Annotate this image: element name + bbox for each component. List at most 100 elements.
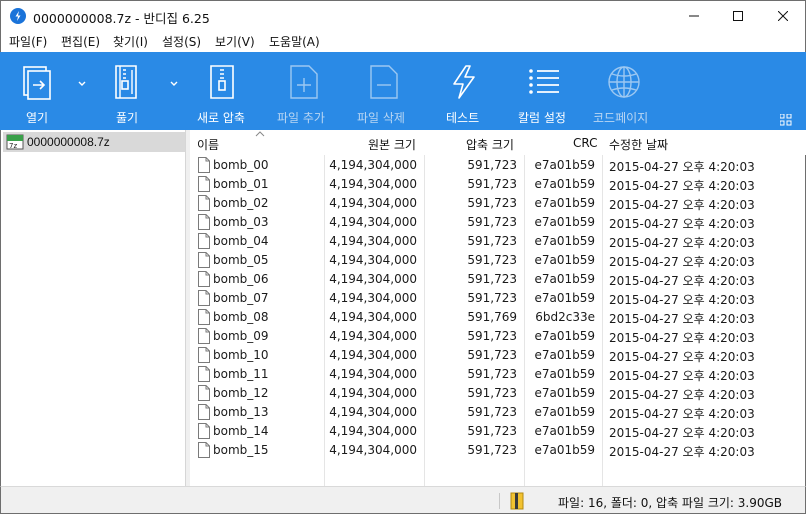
file-icon — [198, 385, 210, 401]
column-header-original-size[interactable]: 원본 크기 — [368, 136, 416, 153]
delete-file-icon — [370, 65, 398, 99]
file-icon — [198, 233, 210, 249]
codepage-button[interactable]: 코드페이지 — [588, 52, 660, 130]
menu-settings[interactable]: 설정(S) — [162, 33, 201, 50]
codepage-label: 코드페이지 — [593, 111, 649, 125]
new-archive-button[interactable]: 새로 압축 — [190, 52, 258, 130]
open-button[interactable]: 열기 — [0, 52, 68, 130]
lightning-test-icon — [453, 65, 475, 99]
table-row[interactable]: bomb_11 4,194,304,000 591,723 e7a01b59 2015-… — [190, 365, 806, 384]
cell-original-size: 4,194,304,000 — [329, 329, 417, 343]
menu-find[interactable]: 찾기(I) — [113, 33, 148, 50]
cell-original-size: 4,194,304,000 — [329, 310, 417, 324]
table-row[interactable]: bomb_14 4,194,304,000 591,723 e7a01b59 2015-… — [190, 422, 806, 441]
maximize-button[interactable] — [715, 1, 760, 31]
cell-modified: 2015-04-27 오후 4:20:03 — [609, 350, 755, 364]
extract-dropdown[interactable] — [168, 78, 180, 88]
cell-compressed-size: 591,723 — [467, 348, 517, 362]
layout-grid-icon[interactable] — [780, 114, 792, 126]
add-files-label: 파일 추가 — [277, 111, 325, 125]
chevron-down-icon — [78, 81, 86, 86]
table-row[interactable]: bomb_15 4,194,304,000 591,723 e7a01b59 2015-… — [190, 441, 806, 460]
toolbar: 열기 풀기 새로 압축 파일 추가 파일 삭제 테스트 칼럼 설정 코드페이지 — [0, 52, 806, 130]
tree-item-archive-root[interactable]: 7z 0000000008.7z — [3, 132, 185, 152]
table-row[interactable]: bomb_13 4,194,304,000 591,723 e7a01b59 2015-… — [190, 403, 806, 422]
file-icon — [198, 214, 210, 230]
cell-original-size: 4,194,304,000 — [329, 386, 417, 400]
cell-name: bomb_06 — [213, 272, 269, 286]
file-icon — [198, 252, 210, 268]
file-icon — [198, 309, 210, 325]
minimize-button[interactable] — [671, 1, 716, 31]
cell-crc: e7a01b59 — [534, 234, 595, 248]
folder-tree-panel: 7z 0000000008.7z — [0, 130, 186, 486]
delete-files-label: 파일 삭제 — [357, 111, 405, 125]
cell-original-size: 4,194,304,000 — [329, 196, 417, 210]
table-row[interactable]: bomb_07 4,194,304,000 591,723 e7a01b59 2015-… — [190, 289, 806, 308]
menu-file[interactable]: 파일(F) — [9, 33, 47, 50]
test-button[interactable]: 테스트 — [432, 52, 494, 130]
table-row[interactable]: bomb_05 4,194,304,000 591,723 e7a01b59 2015-… — [190, 251, 806, 270]
open-dropdown[interactable] — [76, 78, 88, 88]
cell-original-size: 4,194,304,000 — [329, 177, 417, 191]
cell-modified: 2015-04-27 오후 4:20:03 — [609, 160, 755, 174]
column-header-modified[interactable]: 수정한 날짜 — [609, 136, 668, 153]
bandizip-logo-icon[interactable] — [10, 8, 26, 24]
cell-modified: 2015-04-27 오후 4:20:03 — [609, 331, 755, 345]
table-row[interactable]: bomb_03 4,194,304,000 591,723 e7a01b59 2015-… — [190, 213, 806, 232]
cell-original-size: 4,194,304,000 — [329, 215, 417, 229]
extract-button[interactable]: 풀기 — [92, 52, 162, 130]
columns-settings-button[interactable]: 칼럼 설정 — [508, 52, 580, 130]
cell-crc: e7a01b59 — [534, 367, 595, 381]
archive-status-icon — [510, 492, 524, 510]
cell-original-size: 4,194,304,000 — [329, 367, 417, 381]
cell-compressed-size: 591,723 — [467, 367, 517, 381]
sort-ascending-icon — [255, 131, 265, 137]
svg-text:7z: 7z — [9, 142, 17, 150]
table-row[interactable]: bomb_10 4,194,304,000 591,723 e7a01b59 2015-… — [190, 346, 806, 365]
file-icon — [198, 366, 210, 382]
cell-modified: 2015-04-27 오후 4:20:03 — [609, 407, 755, 421]
cell-modified: 2015-04-27 오후 4:20:03 — [609, 445, 755, 459]
add-files-button[interactable]: 파일 추가 — [272, 52, 340, 130]
column-header-name[interactable]: 이름 — [197, 136, 219, 153]
table-row[interactable]: bomb_00 4,194,304,000 591,723 e7a01b59 2015-… — [190, 156, 806, 175]
table-row[interactable]: bomb_01 4,194,304,000 591,723 e7a01b59 2015-… — [190, 175, 806, 194]
cell-crc: e7a01b59 — [534, 196, 595, 210]
column-header-crc[interactable]: CRC — [573, 136, 598, 150]
window-title: 0000000008.7z - 반디집 6.25 — [33, 11, 210, 26]
cell-original-size: 4,194,304,000 — [329, 234, 417, 248]
table-row[interactable]: bomb_02 4,194,304,000 591,723 e7a01b59 2015-… — [190, 194, 806, 213]
cell-crc: e7a01b59 — [534, 272, 595, 286]
menu-edit[interactable]: 편집(E) — [61, 33, 100, 50]
table-row[interactable]: bomb_08 4,194,304,000 591,769 6bd2c33e 2015-… — [190, 308, 806, 327]
table-row[interactable]: bomb_09 4,194,304,000 591,723 e7a01b59 2015-… — [190, 327, 806, 346]
table-row[interactable]: bomb_04 4,194,304,000 591,723 e7a01b59 2015-… — [190, 232, 806, 251]
menu-view[interactable]: 보기(V) — [215, 33, 255, 50]
table-row[interactable]: bomb_06 4,194,304,000 591,723 e7a01b59 2015-… — [190, 270, 806, 289]
table-row[interactable]: bomb_12 4,194,304,000 591,723 e7a01b59 2015-… — [190, 384, 806, 403]
cell-name: bomb_08 — [213, 310, 269, 324]
file-icon — [198, 157, 210, 173]
cell-name: bomb_00 — [213, 158, 269, 172]
delete-files-button[interactable]: 파일 삭제 — [352, 52, 420, 130]
cell-modified: 2015-04-27 오후 4:20:03 — [609, 198, 755, 212]
cell-name: bomb_05 — [213, 253, 269, 267]
cell-compressed-size: 591,723 — [467, 329, 517, 343]
column-header-compressed-size[interactable]: 압축 크기 — [466, 136, 514, 153]
cell-crc: e7a01b59 — [534, 253, 595, 267]
cell-name: bomb_03 — [213, 215, 269, 229]
cell-modified: 2015-04-27 오후 4:20:03 — [609, 312, 755, 326]
cell-crc: 6bd2c33e — [535, 310, 595, 324]
menu-bar: 파일(F) 편집(E) 찾기(I) 설정(S) 보기(V) 도움말(A) — [0, 30, 806, 52]
menu-help[interactable]: 도움말(A) — [269, 33, 320, 50]
cell-original-size: 4,194,304,000 — [329, 272, 417, 286]
cell-modified: 2015-04-27 오후 4:20:03 — [609, 179, 755, 193]
cell-compressed-size: 591,723 — [467, 424, 517, 438]
cell-compressed-size: 591,723 — [467, 405, 517, 419]
cell-name: bomb_11 — [213, 367, 269, 381]
open-archive-icon — [23, 66, 51, 100]
close-button[interactable] — [760, 1, 805, 31]
cell-name: bomb_04 — [213, 234, 269, 248]
cell-original-size: 4,194,304,000 — [329, 443, 417, 457]
